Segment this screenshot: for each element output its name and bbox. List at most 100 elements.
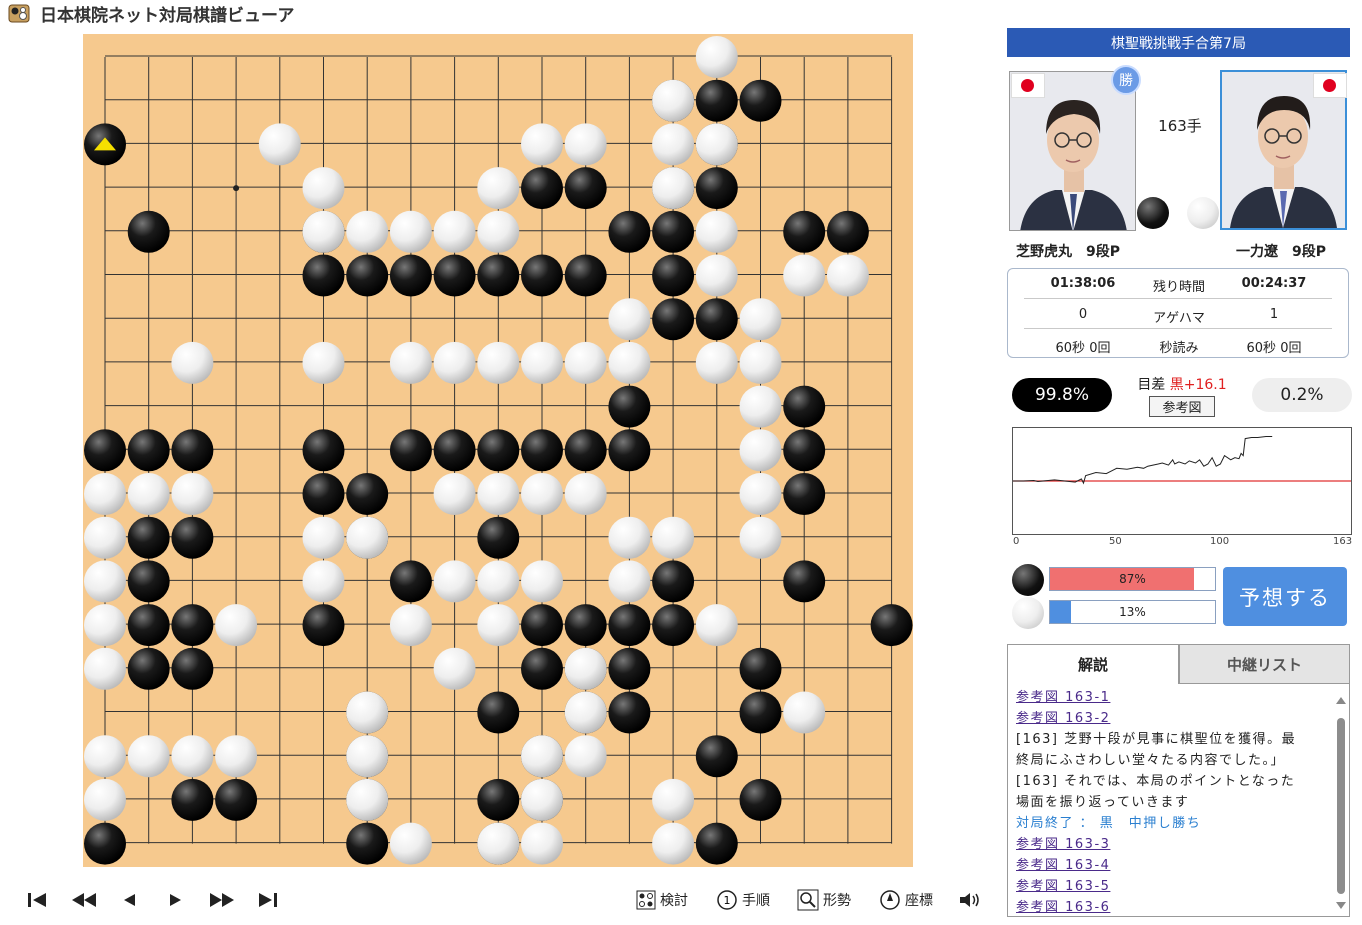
back-many-button[interactable] xyxy=(70,878,98,922)
scroll-up-icon[interactable] xyxy=(1336,697,1346,704)
white-stone xyxy=(127,735,170,778)
white-stone xyxy=(215,735,258,778)
white-stone xyxy=(783,254,826,297)
white-prediction-pct: 13% xyxy=(1119,605,1146,619)
reference-link[interactable]: 参考図 163-4 xyxy=(1016,854,1110,873)
black-stone xyxy=(783,560,826,603)
white-stone xyxy=(739,298,782,341)
white-stone xyxy=(171,341,214,384)
skip-first-icon xyxy=(28,893,46,907)
black-stone xyxy=(477,691,520,734)
last-move-button[interactable] xyxy=(257,878,279,922)
black-stone xyxy=(695,735,738,778)
win-rate-graph xyxy=(1012,427,1352,535)
black-stone xyxy=(652,210,695,253)
divider xyxy=(1024,298,1332,299)
white-stone xyxy=(739,341,782,384)
black-stone xyxy=(389,254,432,297)
board-grid[interactable] xyxy=(83,34,913,867)
sound-button[interactable] xyxy=(958,878,982,922)
white-stone xyxy=(783,691,826,734)
white-byoyomi: 60秒 0回 xyxy=(1246,341,1302,356)
forward-button[interactable] xyxy=(166,878,184,922)
forward-many-button[interactable] xyxy=(208,878,236,922)
first-move-button[interactable] xyxy=(26,878,48,922)
keisei-label: 形勢 xyxy=(823,893,851,909)
white-stone xyxy=(652,778,695,821)
scrollbar-track[interactable] xyxy=(1333,690,1349,916)
black-stone xyxy=(739,778,782,821)
black-stone xyxy=(739,691,782,734)
reference-link[interactable]: 参考図 163-3 xyxy=(1016,833,1110,852)
white-stone xyxy=(433,473,476,515)
white-stone xyxy=(521,778,563,821)
divider xyxy=(1024,328,1332,329)
scroll-thumb[interactable] xyxy=(1337,718,1345,894)
black-stone xyxy=(564,167,607,210)
zahyo-label: 座標 xyxy=(905,893,933,909)
kento-button[interactable]: 検討 xyxy=(636,878,688,922)
app-title: 日本棋院ネット対局棋譜ビューア xyxy=(40,6,295,26)
black-stone xyxy=(695,79,738,122)
black-stone xyxy=(171,516,214,559)
white-time: 00:24:37 xyxy=(1241,276,1307,291)
white-stone xyxy=(521,735,563,778)
prev-icon xyxy=(124,894,135,906)
black-stone xyxy=(652,254,695,297)
white-stone xyxy=(258,123,301,166)
tab-comment[interactable]: 解説 xyxy=(1007,644,1179,684)
keisei-button[interactable]: 形勢 xyxy=(797,878,851,922)
white-captures: 1 xyxy=(1269,307,1279,322)
white-stone xyxy=(477,167,520,210)
reference-link[interactable]: 参考図 163-5 xyxy=(1016,875,1110,894)
white-stone-icon xyxy=(1187,197,1219,229)
compass-icon xyxy=(880,890,900,910)
white-stone xyxy=(389,341,432,384)
black-win-rate: 99.8% xyxy=(1012,378,1112,412)
white-stone xyxy=(346,210,389,253)
white-stone xyxy=(84,778,126,821)
black-stone xyxy=(521,604,563,647)
white-stone xyxy=(521,473,563,515)
white-stone xyxy=(84,516,126,559)
time-panel: 01:38:06 残り時間 00:24:37 0 アゲハマ 1 60秒 0回 秒… xyxy=(1007,268,1349,358)
reference-link[interactable]: 参考図 163-6 xyxy=(1016,896,1110,915)
comment-scrollbar[interactable] xyxy=(1333,690,1349,916)
predict-button[interactable]: 予想する xyxy=(1223,567,1347,626)
white-stone xyxy=(652,167,695,210)
white-stone xyxy=(302,341,345,384)
zahyo-button[interactable]: 座標 xyxy=(879,878,933,922)
black-stone-icon xyxy=(1137,197,1169,229)
reference-link[interactable]: 参考図 163-1 xyxy=(1016,686,1110,705)
win-rate-chart xyxy=(1013,436,1351,485)
reference-link[interactable]: 参考図 163-2 xyxy=(1016,707,1110,726)
black-stone xyxy=(127,210,170,253)
black-stone xyxy=(127,647,170,690)
white-stone xyxy=(346,735,389,778)
next-icon xyxy=(170,894,181,906)
black-stone xyxy=(346,822,389,865)
black-stone xyxy=(870,604,913,647)
back-button[interactable] xyxy=(120,878,138,922)
scroll-down-icon[interactable] xyxy=(1336,902,1346,909)
black-stone xyxy=(521,254,563,297)
app-logo-icon xyxy=(8,4,30,23)
tejun-button[interactable]: 1 手順 xyxy=(716,878,770,922)
white-stone xyxy=(695,604,738,647)
comment-panel: 参考図 163-1 参考図 163-2 [163] 芝野十段が見事に棋聖位を獲得。最… xyxy=(1007,684,1350,917)
comment-line: [163] 芝野十段が見事に棋聖位を獲得。最 xyxy=(1016,732,1297,747)
white-stone xyxy=(695,341,738,384)
white-stone xyxy=(346,778,389,821)
black-stone xyxy=(302,604,345,647)
title-bar: 日本棋院ネット対局棋譜ビューア xyxy=(0,0,1362,26)
white-win-rate: 0.2% xyxy=(1252,378,1352,412)
reference-diagram-button[interactable]: 参考図 xyxy=(1149,396,1215,417)
tab-relay-list[interactable]: 中継リスト xyxy=(1179,644,1350,684)
white-stone xyxy=(84,473,126,515)
time-row: 01:38:06 残り時間 00:24:37 xyxy=(1008,269,1350,299)
white-stone xyxy=(389,822,432,865)
black-stone xyxy=(652,560,695,603)
white-stone xyxy=(739,516,782,559)
black-stone xyxy=(215,778,258,821)
go-board[interactable] xyxy=(83,34,913,867)
